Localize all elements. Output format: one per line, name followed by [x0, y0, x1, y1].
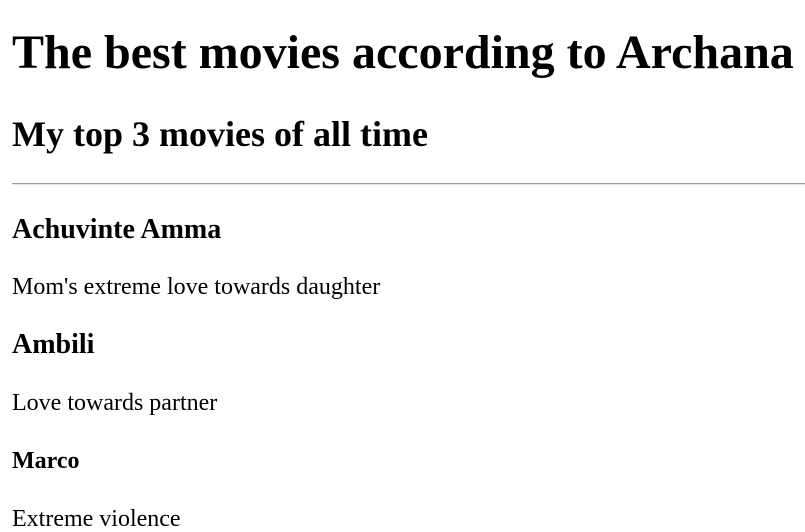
- movie-title-ambili: Ambili: [12, 329, 95, 360]
- movie-description-marco: Extreme violence: [12, 506, 181, 532]
- movie-title-achuvinte-amma: Achuvinte Amma: [12, 214, 222, 245]
- page-title: The best movies according to Archana: [12, 26, 794, 79]
- movie-title-marco: Marco: [12, 448, 80, 474]
- divider: [12, 183, 805, 185]
- page-subtitle: My top 3 movies of all time: [12, 114, 428, 154]
- movie-description-achuvinte-amma: Mom's extreme love towards daughter: [12, 274, 381, 300]
- movie-description-ambili: Love towards partner: [12, 390, 218, 416]
